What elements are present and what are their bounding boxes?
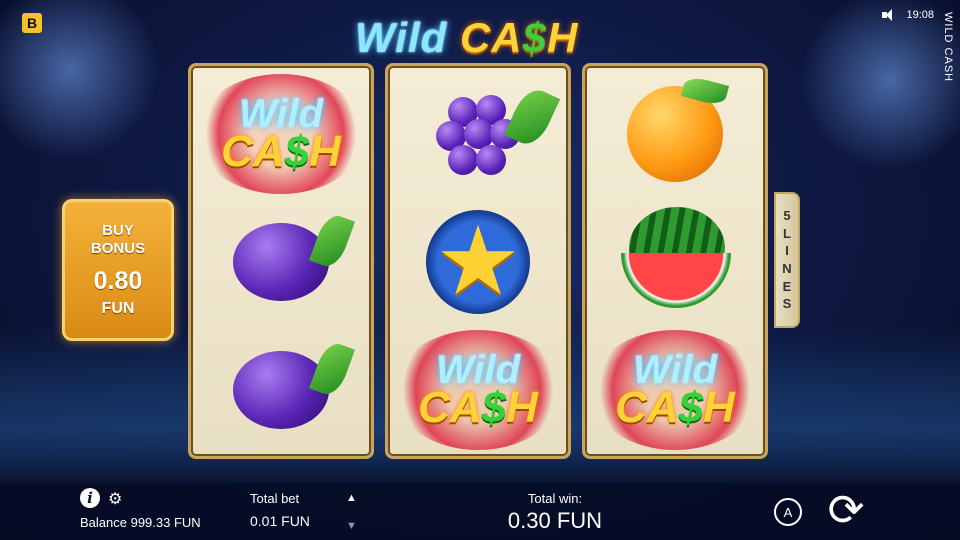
total-win-panel: Total win: 0.30 FUN — [460, 491, 650, 534]
side-game-title: WILD CASH — [942, 12, 954, 83]
star-symbol: ★ — [388, 199, 568, 325]
autoplay-button[interactable]: A — [774, 498, 802, 526]
total-win-value: 0.30 FUN — [507, 508, 603, 533]
game-title-logo: Wild CA$H — [355, 14, 578, 62]
total-win-label: Total win: — [527, 491, 583, 506]
buy-bonus-currency: FUN — [101, 299, 135, 317]
paylines-indicator[interactable]: 5 L I N E S — [774, 192, 800, 328]
title-cash: CA$H — [459, 14, 579, 61]
plum-icon — [233, 211, 355, 301]
wild-cash-icon: Wild CA$H — [590, 330, 760, 450]
grapes-icon — [428, 84, 561, 179]
watermelon-symbol — [585, 199, 765, 325]
reel-1: Wild CA$H — [188, 63, 374, 459]
grapes-symbol — [388, 71, 568, 197]
sound-icon[interactable] — [882, 9, 898, 21]
plum-icon — [233, 339, 355, 429]
wild-cash-icon: Wild CA$H — [196, 74, 366, 194]
reel-3: Wild CA$H — [582, 63, 768, 459]
wild-cash-icon: Wild CA$H — [393, 330, 563, 450]
wild-cash-symbol: Wild CA$H — [585, 327, 765, 453]
watermelon-icon — [615, 207, 735, 317]
orange-icon — [627, 74, 730, 182]
gear-icon[interactable]: ⚙ — [108, 489, 122, 509]
plum-symbol — [191, 199, 371, 325]
reel-2: ★ Wild CA$H — [385, 63, 571, 459]
wild-cash-symbol: Wild CA$H — [191, 71, 371, 197]
wild-cash-symbol: Wild CA$H — [388, 327, 568, 453]
bet-increase-button[interactable]: ▲ — [346, 492, 357, 504]
brand-logo[interactable]: B — [22, 13, 42, 33]
clock: 19:08 — [906, 9, 934, 21]
plum-symbol — [191, 327, 371, 453]
info-icon[interactable]: i — [80, 488, 100, 508]
balance-display: Balance 999.33 FUN — [80, 515, 201, 530]
total-bet-label: Total bet — [250, 491, 300, 506]
orange-symbol — [585, 71, 765, 197]
total-bet-value: 0.01 FUN — [250, 512, 310, 529]
reels-area: Wild CA$H ★ Wild CA$H Wild CA$H — [188, 63, 774, 459]
buy-bonus-label: BUY BONUS — [90, 222, 146, 257]
star-icon: ★ — [426, 210, 530, 314]
total-bet-panel: Total bet 0.01 FUN — [250, 489, 310, 532]
status-bar: 19:08 — [882, 9, 934, 21]
buy-bonus-button[interactable]: BUY BONUS 0.80 FUN — [62, 199, 174, 341]
bet-decrease-button[interactable]: ▼ — [346, 520, 357, 532]
buy-bonus-amount: 0.80 — [93, 266, 143, 295]
title-wild: Wild — [355, 14, 448, 61]
spin-button[interactable]: ⟳ — [820, 486, 872, 536]
